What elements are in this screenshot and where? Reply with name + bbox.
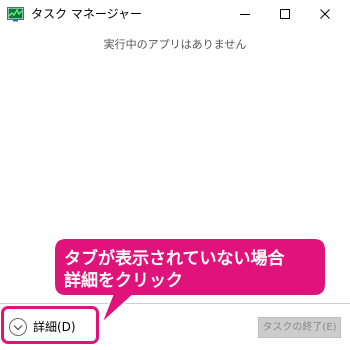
annotation-callout	[53, 237, 327, 325]
close-button[interactable]	[305, 0, 345, 29]
task-manager-window: タスク マネージャー 実行中のアプリはありません 詳細(D) タスクの終了(E)…	[0, 0, 350, 350]
window-title: タスク マネージャー	[31, 7, 142, 21]
details-button[interactable]: 詳細(D)	[0, 305, 110, 350]
callout-line-2: 詳細をクリック	[64, 271, 183, 291]
task-manager-icon	[7, 6, 24, 22]
minimize-button[interactable]	[225, 0, 265, 29]
maximize-button[interactable]	[265, 0, 305, 29]
callout-line-1: タブが表示されていない場合	[64, 249, 285, 269]
close-icon	[320, 9, 330, 19]
no-apps-message: 実行中のアプリはありません	[103, 38, 247, 51]
maximize-icon	[280, 9, 290, 19]
end-task-button[interactable]: タスクの終了(E)	[258, 317, 341, 338]
minimize-icon	[240, 14, 250, 15]
details-label: 詳細(D)	[33, 320, 76, 334]
title-bar[interactable]: タスク マネージャー	[0, 0, 350, 29]
footer-divider	[0, 303, 350, 304]
chevron-down-circle-icon	[8, 317, 28, 337]
callout-text: タブが表示されていない場合 詳細をクリック	[64, 248, 285, 292]
